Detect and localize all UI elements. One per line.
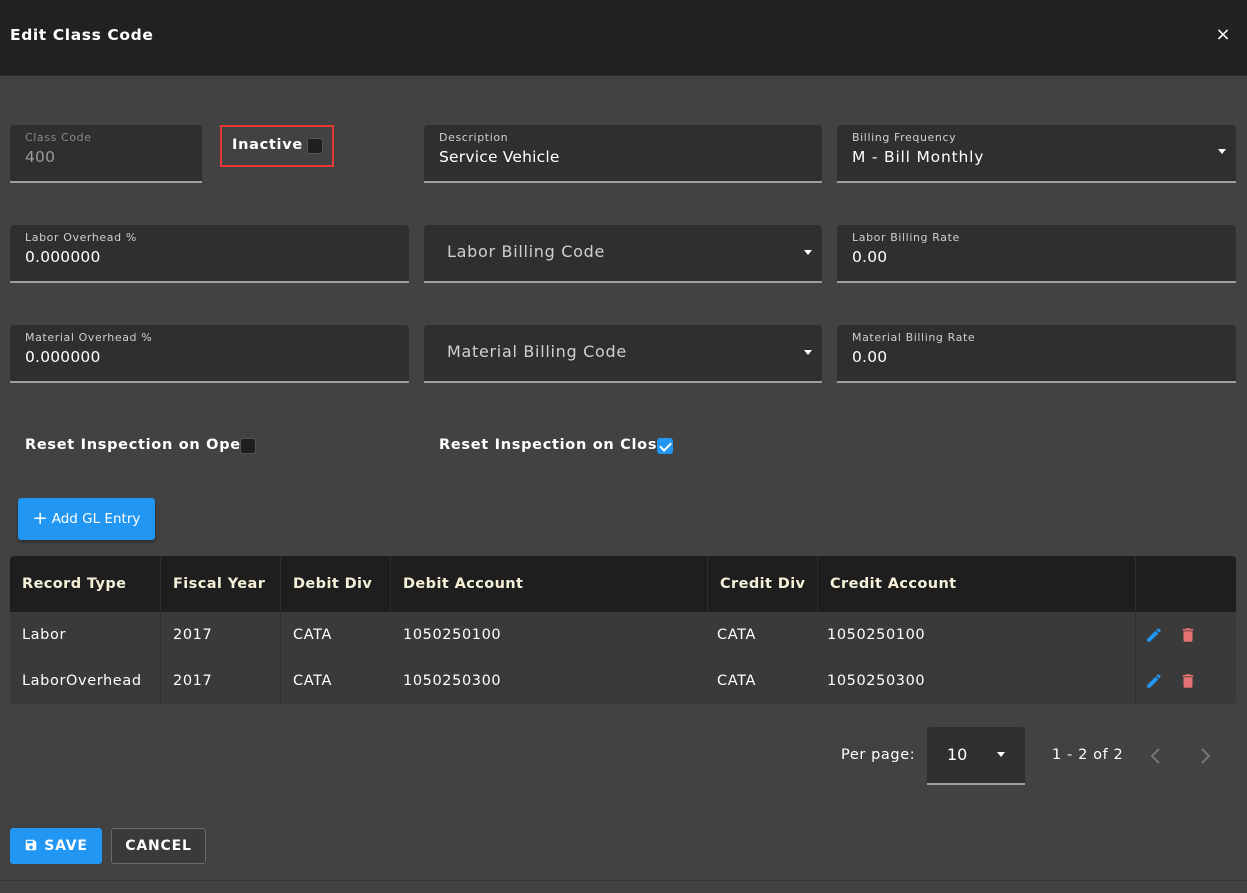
material-billing-code-placeholder: Material Billing Code [447, 342, 627, 361]
table-header: Record Type Fiscal Year Debit Div Debit … [10, 556, 1236, 612]
reset-on-close-label: Reset Inspection on Close [439, 437, 668, 453]
material-overhead-label: Material Overhead % [25, 331, 153, 344]
labor-billing-code-select[interactable]: Labor Billing Code [424, 225, 822, 283]
billing-frequency-value: M - Bill Monthly [852, 148, 985, 166]
billing-frequency-label: Billing Frequency [852, 131, 957, 144]
save-button[interactable]: SAVE [10, 828, 102, 864]
labor-billing-rate-label: Labor Billing Rate [852, 231, 960, 244]
column-header-credit-account[interactable]: Credit Account [818, 556, 1136, 612]
reset-on-open-label: Reset Inspection on Open [25, 437, 252, 453]
material-billing-rate-value: 0.00 [852, 348, 888, 366]
cell-debit-div: CATA [293, 673, 332, 689]
floppy-disk-icon [25, 839, 37, 851]
pagination-range: 1 - 2 of 2 [1052, 747, 1124, 763]
cell-debit-account: 1050250100 [403, 627, 502, 643]
material-billing-rate-field[interactable]: Material Billing Rate 0.00 [837, 325, 1236, 383]
labor-billing-code-placeholder: Labor Billing Code [447, 242, 606, 261]
table-row: LaborOverhead 2017 CATA 1050250300 CATA … [10, 658, 1236, 704]
plus-icon: + [32, 508, 48, 529]
add-gl-entry-button[interactable]: + Add GL Entry [18, 498, 155, 540]
material-overhead-value: 0.000000 [25, 348, 101, 366]
table-row: Labor 2017 CATA 1050250100 CATA 10502501… [10, 612, 1236, 658]
inactive-label: Inactive [232, 137, 303, 153]
cell-debit-account: 1050250300 [403, 673, 502, 689]
cell-record-type: Labor [10, 612, 161, 658]
column-header-debit-account[interactable]: Debit Account [391, 556, 708, 612]
pencil-icon[interactable] [1145, 672, 1163, 690]
column-header-debit-div[interactable]: Debit Div [281, 556, 391, 612]
column-header-record-type[interactable]: Record Type [10, 556, 161, 612]
per-page-value: 10 [947, 745, 968, 764]
cancel-button[interactable]: CANCEL [111, 828, 206, 864]
material-overhead-field[interactable]: Material Overhead % 0.000000 [10, 325, 409, 383]
cell-debit-div: CATA [293, 627, 332, 643]
trash-icon[interactable] [1179, 626, 1197, 644]
chevron-down-icon [804, 250, 812, 255]
class-code-value: 400 [25, 148, 56, 166]
dialog-title: Edit Class Code [10, 26, 154, 44]
chevron-right-icon[interactable] [1193, 744, 1217, 768]
gl-entries-table: Record Type Fiscal Year Debit Div Debit … [10, 556, 1236, 704]
class-code-field: Class Code 400 [10, 125, 202, 183]
labor-billing-rate-value: 0.00 [852, 248, 888, 266]
footer-divider [0, 880, 1247, 881]
per-page-select[interactable]: 10 [927, 727, 1025, 785]
cell-fiscal-year: 2017 [161, 658, 281, 704]
class-code-label: Class Code [25, 131, 92, 144]
column-header-fiscal-year[interactable]: Fiscal Year [161, 556, 281, 612]
cell-credit-account: 1050250100 [815, 612, 1136, 658]
cell-credit-div: CATA [717, 627, 756, 643]
dialog-titlebar: Edit Class Code × [0, 0, 1247, 76]
reset-on-open-checkbox[interactable] [240, 438, 256, 454]
chevron-down-icon [1218, 149, 1226, 154]
reset-on-close-checkbox[interactable] [657, 438, 673, 454]
add-gl-entry-label: Add GL Entry [51, 511, 141, 527]
chevron-down-icon [804, 350, 812, 355]
cell-credit-div: CATA [717, 673, 756, 689]
labor-overhead-field[interactable]: Labor Overhead % 0.000000 [10, 225, 409, 283]
labor-overhead-value: 0.000000 [25, 248, 101, 266]
billing-frequency-select[interactable]: Billing Frequency M - Bill Monthly [837, 125, 1236, 183]
pencil-icon[interactable] [1145, 626, 1163, 644]
close-icon[interactable]: × [1213, 24, 1233, 46]
trash-icon[interactable] [1179, 672, 1197, 690]
chevron-left-icon[interactable] [1144, 744, 1168, 768]
labor-overhead-label: Labor Overhead % [25, 231, 137, 244]
cell-record-type: LaborOverhead [10, 658, 161, 704]
inactive-checkbox[interactable] [307, 138, 323, 154]
chevron-down-icon [997, 752, 1005, 757]
column-header-actions [1136, 556, 1236, 612]
per-page-label: Per page: [841, 747, 916, 763]
description-field[interactable]: Description Service Vehicle [424, 125, 822, 183]
column-header-credit-div[interactable]: Credit Div [708, 556, 818, 612]
material-billing-code-select[interactable]: Material Billing Code [424, 325, 822, 383]
save-label: SAVE [44, 838, 88, 854]
labor-billing-rate-field[interactable]: Labor Billing Rate 0.00 [837, 225, 1236, 283]
description-label: Description [439, 131, 509, 144]
cell-fiscal-year: 2017 [161, 612, 281, 658]
material-billing-rate-label: Material Billing Rate [852, 331, 976, 344]
description-value: Service Vehicle [439, 148, 560, 166]
cell-credit-account: 1050250300 [815, 658, 1136, 704]
